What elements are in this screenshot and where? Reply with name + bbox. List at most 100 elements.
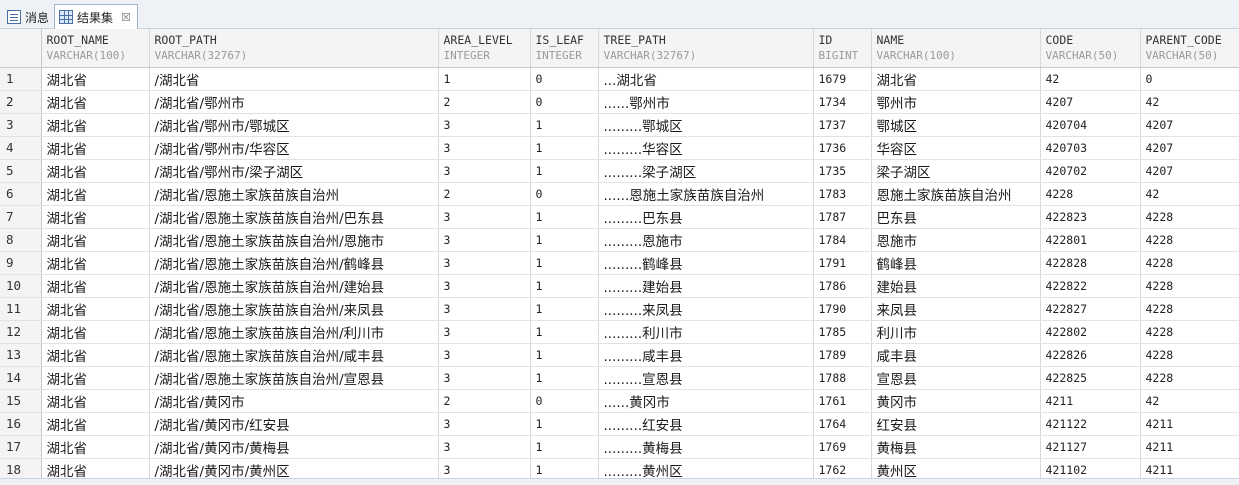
table-cell[interactable]: 422822	[1040, 274, 1141, 298]
table-row[interactable]: 15 湖北省/湖北省/黄冈市 2 0 ......黄冈市 1761 黄冈市 4211 42	[0, 389, 1239, 413]
table-cell[interactable]: /湖北省/恩施土家族苗族自治州/利川市	[149, 320, 439, 344]
table-cell[interactable]: 0	[530, 90, 599, 114]
table-cell[interactable]: 4228	[1140, 320, 1239, 344]
table-cell[interactable]: 422827	[1040, 297, 1141, 321]
table-cell[interactable]: /湖北省/恩施土家族苗族自治州/咸丰县	[149, 343, 439, 367]
table-row[interactable]: 1 湖北省/湖北省 1 0 ...湖北省 1679 湖北省 42 0	[0, 67, 1239, 91]
table-cell[interactable]: .........建始县	[598, 274, 814, 298]
table-cell[interactable]: /湖北省/恩施土家族苗族自治州/建始县	[149, 274, 439, 298]
table-cell[interactable]: 湖北省	[41, 90, 150, 114]
table-cell[interactable]: .........恩施市	[598, 228, 814, 252]
table-cell[interactable]: 鄂城区	[871, 113, 1041, 137]
table-cell[interactable]: 1	[530, 205, 599, 229]
table-cell[interactable]: 422825	[1040, 366, 1141, 390]
table-cell[interactable]: 42	[1140, 90, 1239, 114]
table-cell[interactable]: 4228	[1140, 274, 1239, 298]
table-cell[interactable]: 3	[438, 251, 531, 275]
table-cell[interactable]: 1788	[813, 366, 872, 390]
table-cell[interactable]: 1	[530, 113, 599, 137]
table-cell[interactable]: 湖北省	[41, 251, 150, 275]
table-cell[interactable]: 3	[438, 297, 531, 321]
table-cell[interactable]: ......恩施土家族苗族自治州	[598, 182, 814, 206]
table-cell[interactable]: 1761	[813, 389, 872, 413]
table-cell[interactable]: 3	[438, 343, 531, 367]
table-row[interactable]: 2 湖北省/湖北省/鄂州市 2 0 ......鄂州市 1734 鄂州市 4207 42	[0, 90, 1239, 114]
table-cell[interactable]: 湖北省	[41, 435, 150, 459]
column-header[interactable]: TREE_PATH VARCHAR(32767)	[598, 29, 814, 68]
table-cell[interactable]: 鹤峰县	[871, 251, 1041, 275]
row-number-cell[interactable]: 4	[0, 136, 42, 160]
table-cell[interactable]: 1679	[813, 67, 872, 91]
table-cell[interactable]: .........咸丰县	[598, 343, 814, 367]
table-cell[interactable]: 1	[530, 136, 599, 160]
table-cell[interactable]: 湖北省	[41, 159, 150, 183]
table-cell[interactable]: 1736	[813, 136, 872, 160]
tab-messages[interactable]: 消息	[2, 4, 56, 29]
table-cell[interactable]: 鄂州市	[871, 90, 1041, 114]
table-cell[interactable]: 1735	[813, 159, 872, 183]
column-header[interactable]: NAME VARCHAR(100)	[871, 29, 1041, 68]
row-number-cell[interactable]: 9	[0, 251, 42, 275]
table-cell[interactable]: 1	[530, 343, 599, 367]
table-cell[interactable]: 1790	[813, 297, 872, 321]
table-cell[interactable]: 湖北省	[41, 205, 150, 229]
table-cell[interactable]: ......鄂州市	[598, 90, 814, 114]
table-cell[interactable]: /湖北省/恩施土家族苗族自治州/鹤峰县	[149, 251, 439, 275]
row-number-cell[interactable]: 17	[0, 435, 42, 459]
table-cell[interactable]: 恩施土家族苗族自治州	[871, 182, 1041, 206]
table-cell[interactable]: 422826	[1040, 343, 1141, 367]
table-cell[interactable]: 4228	[1140, 205, 1239, 229]
row-number-cell[interactable]: 10	[0, 274, 42, 298]
table-cell[interactable]: 1786	[813, 274, 872, 298]
table-cell[interactable]: /湖北省/黄冈市/黄梅县	[149, 435, 439, 459]
table-row[interactable]: 5 湖北省/湖北省/鄂州市/梁子湖区 3 1 .........梁子湖区 1735 梁子湖区…	[0, 159, 1239, 183]
close-icon[interactable]: ☒	[121, 11, 131, 24]
table-cell[interactable]: 3	[438, 113, 531, 137]
table-row[interactable]: 9 湖北省/湖北省/恩施土家族苗族自治州/鹤峰县 3 1 .........鹤峰县 179…	[0, 251, 1239, 275]
table-row[interactable]: 8 湖北省/湖北省/恩施土家族苗族自治州/恩施市 3 1 .........恩施市 178…	[0, 228, 1239, 252]
table-row[interactable]: 10 湖北省/湖北省/恩施土家族苗族自治州/建始县 3 1 .........建始县 17…	[0, 274, 1239, 298]
table-cell[interactable]: 0	[1140, 67, 1239, 91]
row-number-cell[interactable]: 11	[0, 297, 42, 321]
table-cell[interactable]: 3	[438, 412, 531, 436]
table-cell[interactable]: 黄梅县	[871, 435, 1041, 459]
table-cell[interactable]: 1	[530, 251, 599, 275]
table-cell[interactable]: 1785	[813, 320, 872, 344]
table-cell[interactable]: 1783	[813, 182, 872, 206]
row-number-cell[interactable]: 8	[0, 228, 42, 252]
table-cell[interactable]: 1791	[813, 251, 872, 275]
table-cell[interactable]: .........梁子湖区	[598, 159, 814, 183]
column-header[interactable]: AREA_LEVEL INTEGER	[438, 29, 531, 68]
table-cell[interactable]: /湖北省/黄冈市/红安县	[149, 412, 439, 436]
row-number-cell[interactable]: 3	[0, 113, 42, 137]
table-cell[interactable]: 巴东县	[871, 205, 1041, 229]
column-header[interactable]: ROOT_NAME VARCHAR(100)	[41, 29, 150, 68]
table-cell[interactable]: .........来凤县	[598, 297, 814, 321]
table-cell[interactable]: 4207	[1040, 90, 1141, 114]
table-cell[interactable]: 1	[530, 297, 599, 321]
table-cell[interactable]: 1	[530, 366, 599, 390]
table-cell[interactable]: /湖北省/鄂州市/华容区	[149, 136, 439, 160]
table-cell[interactable]: 4228	[1140, 297, 1239, 321]
table-cell[interactable]: 42	[1040, 67, 1141, 91]
table-cell[interactable]: 1	[530, 228, 599, 252]
table-row[interactable]: 13 湖北省/湖北省/恩施土家族苗族自治州/咸丰县 3 1 .........咸丰县 17…	[0, 343, 1239, 367]
table-cell[interactable]: 湖北省	[41, 228, 150, 252]
tab-result-set[interactable]: 结果集 ☒	[54, 4, 138, 29]
table-cell[interactable]: /湖北省	[149, 67, 439, 91]
table-cell[interactable]: 1737	[813, 113, 872, 137]
table-cell[interactable]: 红安县	[871, 412, 1041, 436]
row-number-cell[interactable]: 5	[0, 159, 42, 183]
table-cell[interactable]: /湖北省/恩施土家族苗族自治州/巴东县	[149, 205, 439, 229]
row-number-cell[interactable]: 13	[0, 343, 42, 367]
table-cell[interactable]: 422828	[1040, 251, 1141, 275]
table-cell[interactable]: 黄冈市	[871, 389, 1041, 413]
table-cell[interactable]: 1	[530, 412, 599, 436]
table-cell[interactable]: 恩施市	[871, 228, 1041, 252]
table-cell[interactable]: 421122	[1040, 412, 1141, 436]
table-row[interactable]: 4 湖北省/湖北省/鄂州市/华容区 3 1 .........华容区 1736 华容区 420…	[0, 136, 1239, 160]
table-cell[interactable]: 梁子湖区	[871, 159, 1041, 183]
table-cell[interactable]: 2	[438, 90, 531, 114]
table-row[interactable]: 12 湖北省/湖北省/恩施土家族苗族自治州/利川市 3 1 .........利川市 17…	[0, 320, 1239, 344]
row-number-cell[interactable]: 14	[0, 366, 42, 390]
